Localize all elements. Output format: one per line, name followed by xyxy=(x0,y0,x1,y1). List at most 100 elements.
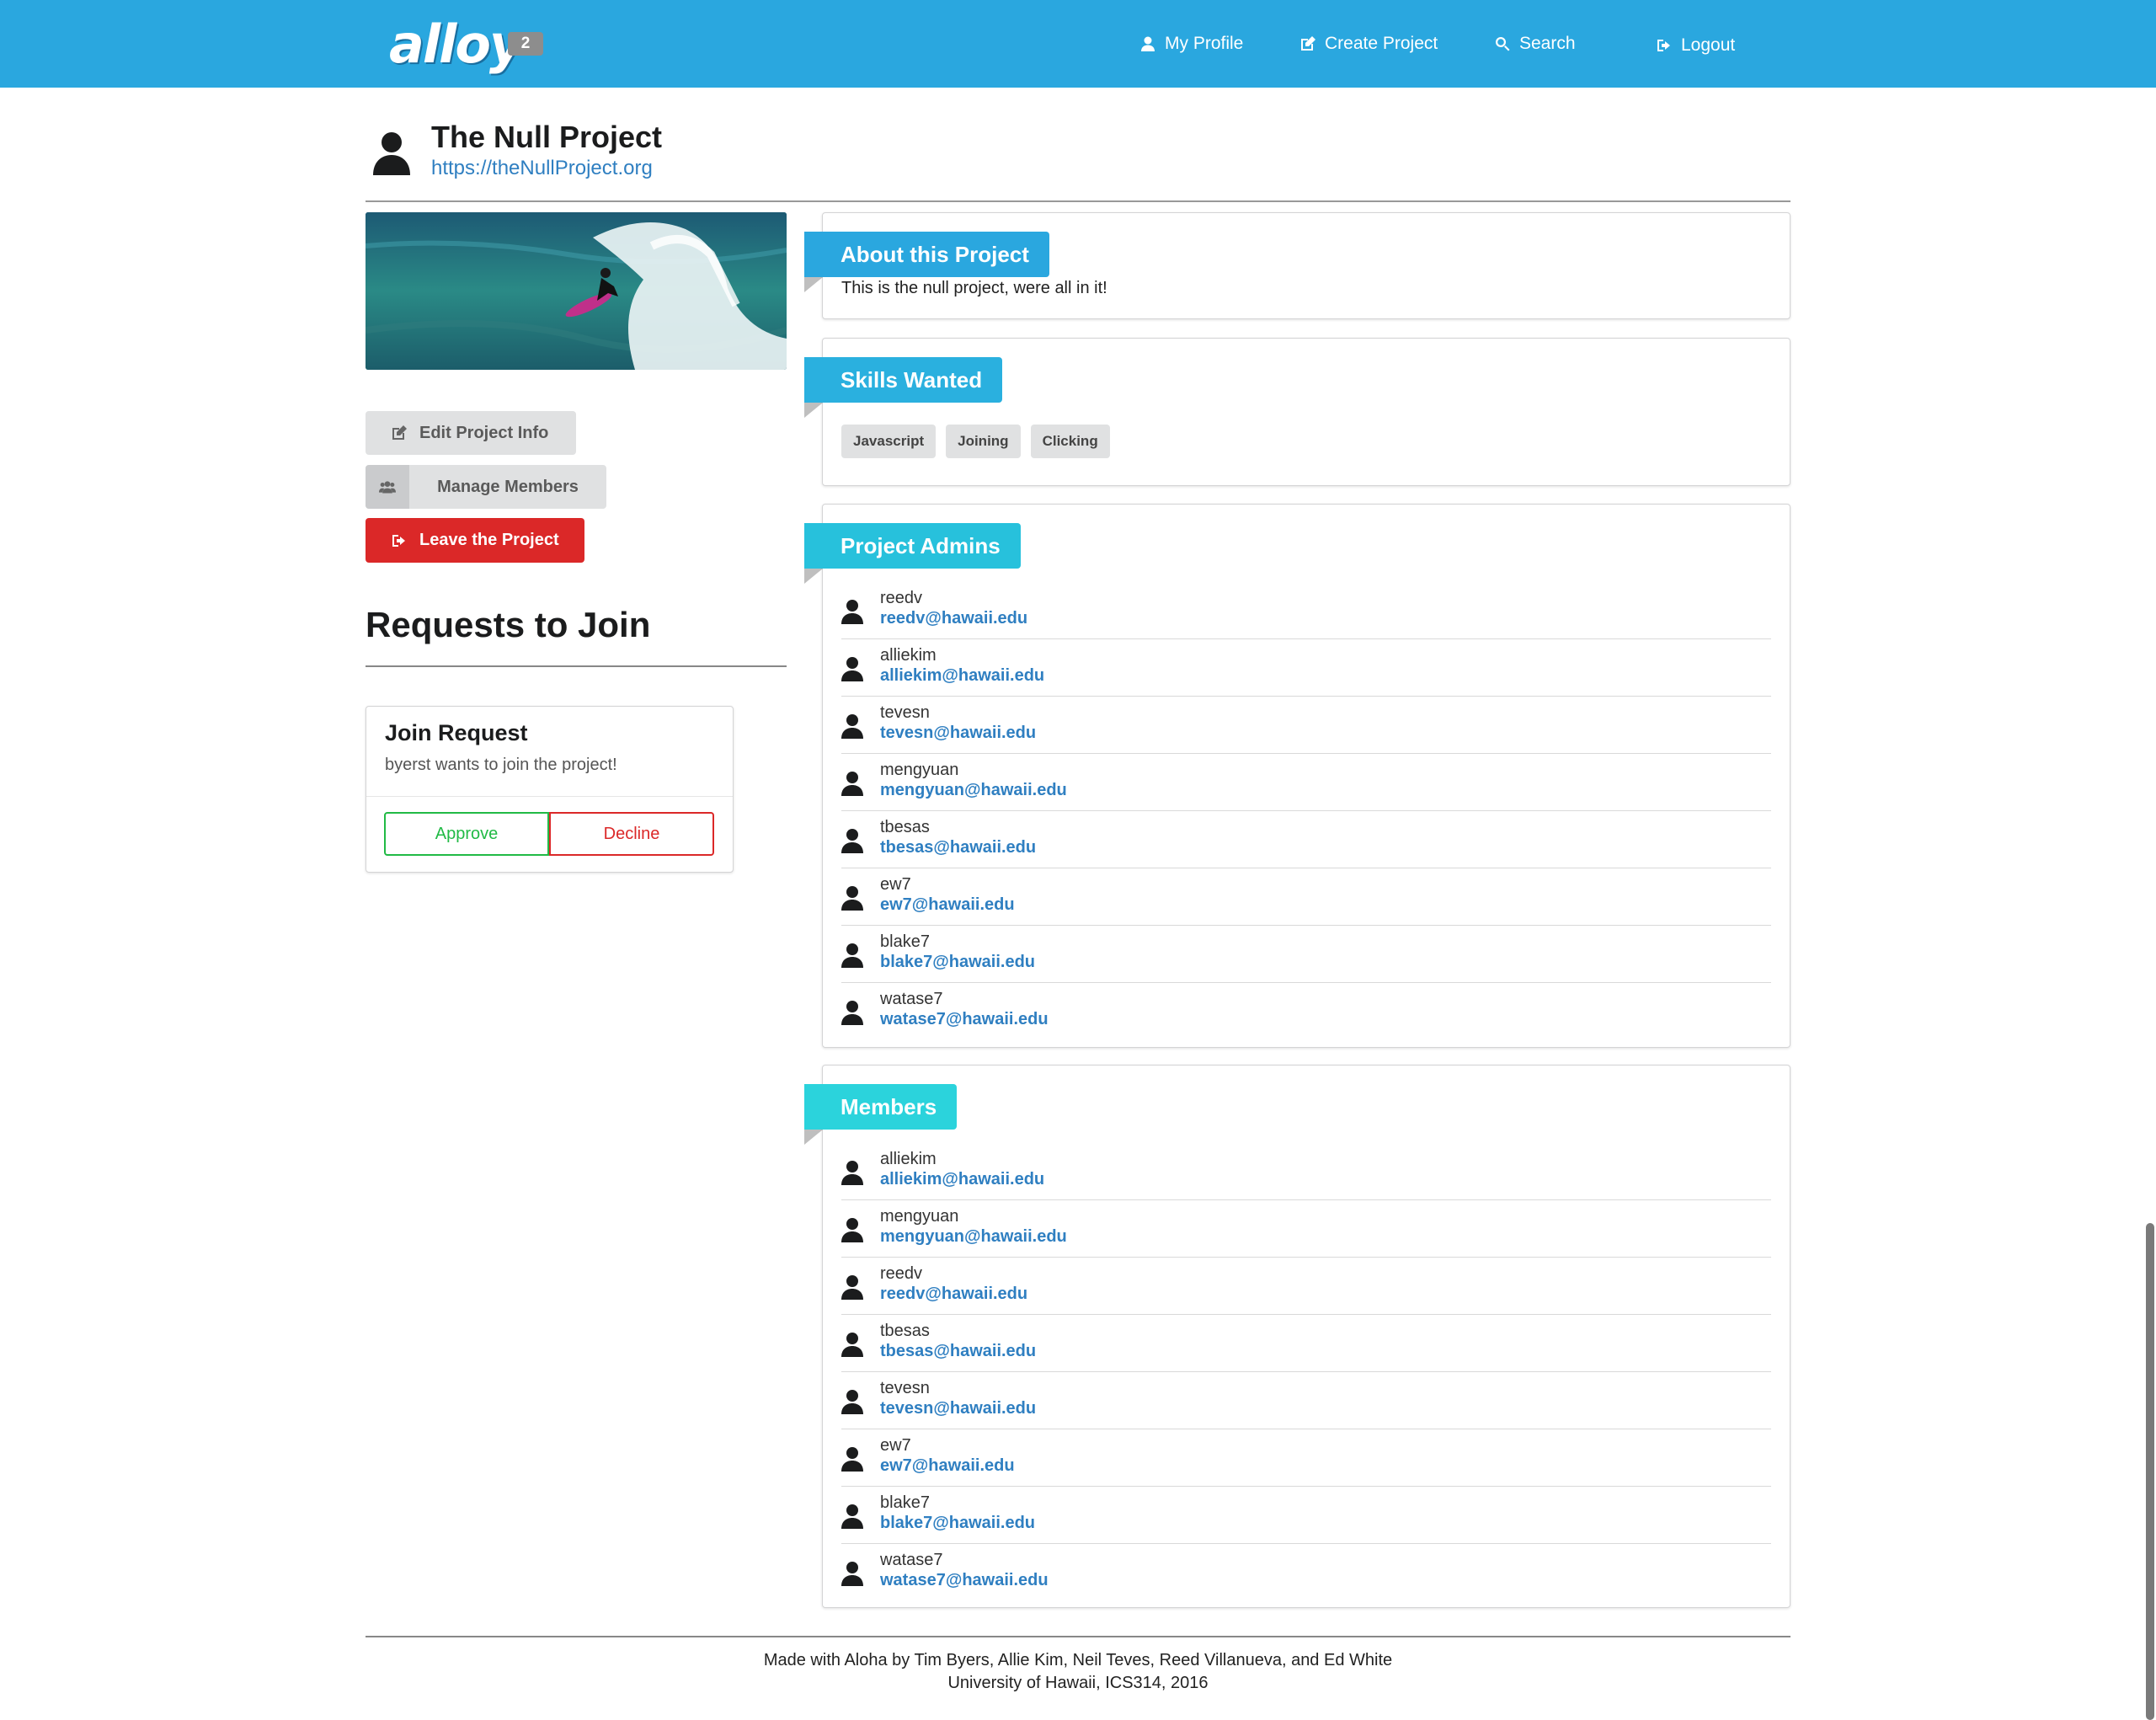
user-icon xyxy=(841,1447,863,1472)
person-email-link[interactable]: reedv@hawaii.edu xyxy=(880,1285,1027,1304)
user-icon xyxy=(841,600,863,624)
skill-label[interactable]: Joining xyxy=(946,425,1021,458)
person-row: ew7 ew7@hawaii.edu xyxy=(841,1429,1771,1487)
skills-segment: Skills Wanted Javascript Joining Clickin… xyxy=(804,338,1790,486)
members-ribbon: Members xyxy=(804,1084,958,1145)
requests-divider xyxy=(366,665,787,667)
footer-university: University of Hawaii, ICS314, 2016 xyxy=(947,1674,1209,1692)
edit-icon xyxy=(392,425,407,440)
join-request-card: Join Request byerst wants to join the pr… xyxy=(366,706,734,873)
person-email-link[interactable]: mengyuan@hawaii.edu xyxy=(880,781,1067,800)
person-username: ew7 xyxy=(880,1436,911,1455)
user-icon xyxy=(841,772,863,796)
person-email-link[interactable]: ew7@hawaii.edu xyxy=(880,1456,1015,1476)
user-icon xyxy=(841,1390,863,1414)
project-title: The Null Project xyxy=(431,120,663,154)
user-icon xyxy=(841,714,863,739)
logo-text[interactable]: alloy xyxy=(389,13,523,75)
edit-project-info-label: Edit Project Info xyxy=(419,423,549,442)
person-username: blake7 xyxy=(880,932,930,951)
person-username: tbesas xyxy=(880,818,930,836)
project-user-icon xyxy=(373,132,410,175)
approve-button[interactable]: Approve xyxy=(384,812,549,856)
project-image xyxy=(366,212,787,370)
decline-button[interactable]: Decline xyxy=(549,812,714,856)
sign-out-icon xyxy=(1657,40,1670,51)
person-row: reedv reedv@hawaii.edu xyxy=(841,1258,1771,1315)
person-email-link[interactable]: tevesn@hawaii.edu xyxy=(880,1399,1036,1418)
header-divider xyxy=(366,200,1790,202)
manage-members-button[interactable]: Manage Members xyxy=(366,465,606,509)
join-request-header: Join Request xyxy=(385,720,528,745)
person-email-link[interactable]: alliekim@hawaii.edu xyxy=(880,666,1044,686)
person-row: alliekim alliekim@hawaii.edu xyxy=(841,639,1771,697)
alloy-logo[interactable]: alloy xyxy=(389,12,523,76)
person-username: alliekim xyxy=(880,646,937,665)
skills-ribbon: Skills Wanted xyxy=(804,357,1003,418)
leave-project-button[interactable]: Leave the Project xyxy=(366,518,584,563)
nav-logout[interactable]: Logout xyxy=(1656,30,1735,61)
user-icon xyxy=(841,943,863,968)
sign-out-icon xyxy=(392,534,405,547)
person-username: ew7 xyxy=(880,875,911,894)
person-email-link[interactable]: tbesas@hawaii.edu xyxy=(880,1342,1036,1361)
user-icon xyxy=(841,657,863,681)
edit-project-info-button[interactable]: Edit Project Info xyxy=(366,411,576,455)
person-username: watase7 xyxy=(880,1551,943,1569)
project-url-link[interactable]: https://theNullProject.org xyxy=(431,157,653,180)
person-email-link[interactable]: reedv@hawaii.edu xyxy=(880,609,1027,628)
person-row: ew7 ew7@hawaii.edu xyxy=(841,868,1771,926)
person-row: reedv reedv@hawaii.edu xyxy=(841,582,1771,639)
nav-search-label: Search xyxy=(1519,34,1576,53)
person-email-link[interactable]: mengyuan@hawaii.edu xyxy=(880,1227,1067,1247)
user-icon xyxy=(841,1161,863,1185)
person-row: tbesas tbesas@hawaii.edu xyxy=(841,1315,1771,1372)
person-email-link[interactable]: watase7@hawaii.edu xyxy=(880,1010,1049,1029)
skill-label[interactable]: Clicking xyxy=(1030,425,1110,458)
person-username: tevesn xyxy=(880,703,930,722)
person-username: alliekim xyxy=(880,1150,937,1168)
person-email-link[interactable]: tbesas@hawaii.edu xyxy=(880,838,1036,857)
members-segment: Members alliekim alliekim@hawaii.edu mengy… xyxy=(804,1065,1790,1608)
person-email-link[interactable]: alliekim@hawaii.edu xyxy=(880,1170,1044,1189)
user-icon xyxy=(1141,36,1155,51)
skills-list: Javascript Joining Clicking xyxy=(841,425,1110,458)
person-row: mengyuan mengyuan@hawaii.edu xyxy=(841,1200,1771,1258)
about-ribbon: About this Project xyxy=(804,232,1049,292)
person-username: watase7 xyxy=(880,990,943,1008)
page-scrollbar[interactable] xyxy=(2146,1223,2154,1720)
nav-logout-label: Logout xyxy=(1681,35,1736,55)
person-email-link[interactable]: blake7@hawaii.edu xyxy=(880,1514,1035,1533)
manage-members-label: Manage Members xyxy=(437,477,579,496)
footer-divider xyxy=(366,1636,1790,1637)
nav-create-project[interactable]: Create Project xyxy=(1299,29,1438,59)
admins-list: reedv reedv@hawaii.edu alliekim alliekim@ha… xyxy=(841,582,1771,1040)
person-email-link[interactable]: ew7@hawaii.edu xyxy=(880,895,1015,915)
person-email-link[interactable]: blake7@hawaii.edu xyxy=(880,953,1035,972)
person-row: alliekim alliekim@hawaii.edu xyxy=(841,1143,1771,1200)
user-icon xyxy=(841,1504,863,1529)
nav-my-profile[interactable]: My Profile xyxy=(1139,29,1243,59)
join-request-description: byerst wants to join the project! xyxy=(385,756,617,774)
user-icon xyxy=(841,1562,863,1586)
person-email-link[interactable]: tevesn@hawaii.edu xyxy=(880,724,1036,743)
person-username: tbesas xyxy=(880,1322,930,1340)
person-row: tevesn tevesn@hawaii.edu xyxy=(841,697,1771,754)
user-icon xyxy=(841,886,863,911)
person-username: mengyuan xyxy=(880,1207,959,1226)
user-icon xyxy=(841,1001,863,1025)
about-segment: About this Project This is the null proj… xyxy=(804,212,1790,319)
person-row: blake7 blake7@hawaii.edu xyxy=(841,926,1771,983)
user-icon xyxy=(841,1333,863,1357)
person-row: tevesn tevesn@hawaii.edu xyxy=(841,1372,1771,1429)
search-icon xyxy=(1496,37,1510,51)
edit-icon xyxy=(1301,36,1315,51)
person-username: reedv xyxy=(880,1264,923,1283)
person-username: blake7 xyxy=(880,1493,930,1512)
notification-badge[interactable]: 2 xyxy=(508,32,543,56)
nav-search[interactable]: Search xyxy=(1494,29,1576,59)
person-email-link[interactable]: watase7@hawaii.edu xyxy=(880,1571,1049,1590)
requests-to-join-heading: Requests to Join xyxy=(366,605,651,644)
skill-label[interactable]: Javascript xyxy=(841,425,937,458)
users-icon-box xyxy=(366,465,409,509)
